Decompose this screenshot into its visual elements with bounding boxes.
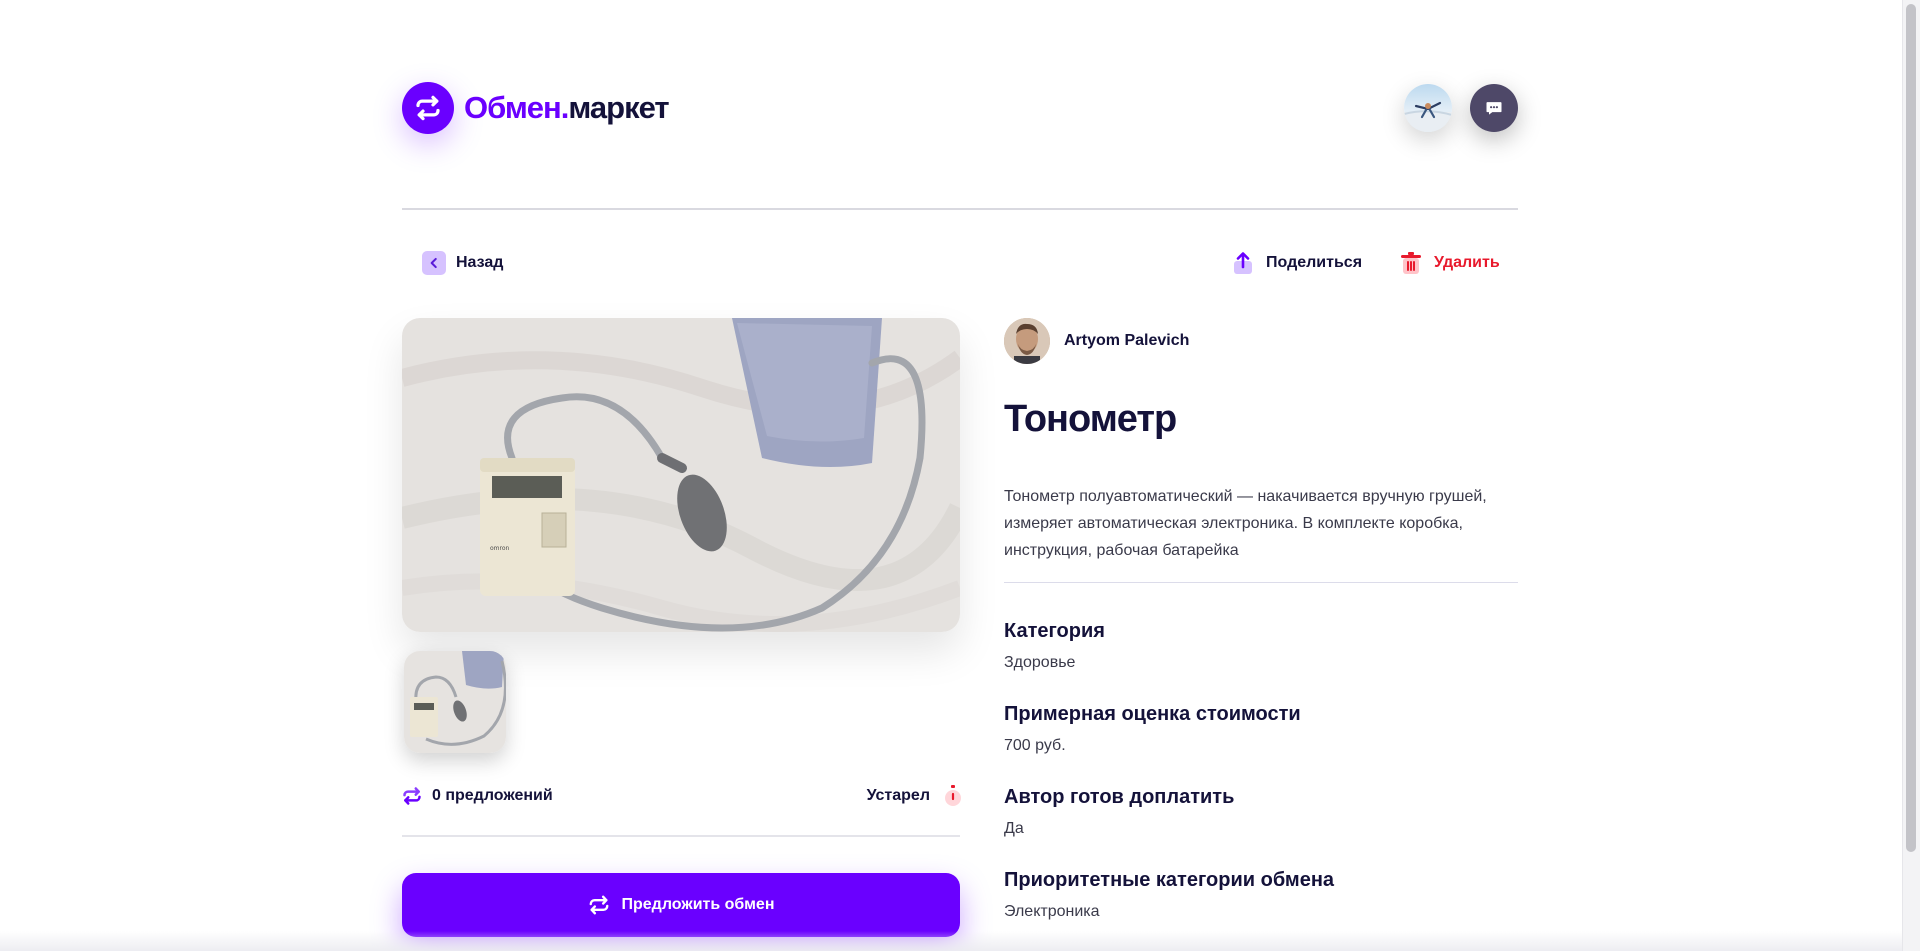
header-divider xyxy=(402,208,1518,210)
scrollbar-thumb[interactable] xyxy=(1906,4,1916,852)
status-label: Устарел xyxy=(866,787,930,804)
logo-text-part2: маркет xyxy=(568,90,669,125)
chat-bubble-icon xyxy=(1486,102,1502,115)
surcharge-heading: Автор готов доплатить xyxy=(1004,786,1235,808)
price-estimate-value: 700 руб. xyxy=(1004,737,1066,754)
delete-label: Удалить xyxy=(1434,254,1500,271)
share-button[interactable]: Поделиться xyxy=(1232,251,1362,275)
swap-arrows-icon xyxy=(403,787,421,805)
priority-categories-heading: Приоритетные категории обмена xyxy=(1004,869,1335,891)
status-badge: Устарел xyxy=(867,785,962,807)
offers-divider xyxy=(402,835,960,837)
surcharge-value: Да xyxy=(1004,820,1024,837)
offers-count: 0 предложений xyxy=(402,786,553,806)
chevron-left-icon xyxy=(422,251,446,275)
item-description: Тонометр полуавтоматический — накачивает… xyxy=(1004,488,1487,559)
stopwatch-icon xyxy=(945,785,961,806)
offers-label: 0 предложений xyxy=(432,787,553,804)
share-label: Поделиться xyxy=(1266,254,1363,271)
main-photo[interactable]: omron xyxy=(402,318,960,632)
chat-button[interactable] xyxy=(1470,84,1518,132)
logo-text: Обмен.маркет xyxy=(464,90,670,126)
bottom-fade xyxy=(0,931,1902,951)
price-estimate-heading: Примерная оценка стоимости xyxy=(1004,703,1301,725)
priority-categories-value: Электроника xyxy=(1004,903,1100,920)
user-avatar[interactable] xyxy=(1404,84,1452,132)
share-upload-icon xyxy=(1234,252,1252,274)
author[interactable]: Artyom Palevich xyxy=(1004,318,1189,364)
propose-exchange-label: Предложить обмен xyxy=(621,896,775,913)
swap-arrows-icon xyxy=(402,82,454,134)
logo-text-part1: Обмен. xyxy=(464,90,569,125)
back-label: Назад xyxy=(456,254,504,271)
logo[interactable]: Обмен.маркет xyxy=(402,82,670,134)
photo-thumbnail[interactable] xyxy=(404,651,506,753)
category-value: Здоровье xyxy=(1004,654,1076,671)
header-actions xyxy=(1404,84,1518,132)
trash-icon xyxy=(1401,252,1421,274)
propose-exchange-button[interactable]: Предложить обмен xyxy=(402,873,960,937)
svg-text:omron: omron xyxy=(490,545,510,552)
item-title: Тонометр xyxy=(1004,398,1177,440)
author-avatar xyxy=(1004,318,1050,364)
back-button[interactable]: Назад xyxy=(422,251,503,275)
header: Обмен.маркет xyxy=(402,80,1518,136)
delete-button[interactable]: Удалить xyxy=(1400,251,1500,275)
category-heading: Категория xyxy=(1004,620,1105,642)
swap-arrows-icon xyxy=(589,895,608,915)
author-name: Artyom Palevich xyxy=(1064,332,1190,349)
description-divider xyxy=(1004,582,1518,583)
scrollbar-track[interactable] xyxy=(1902,0,1920,951)
